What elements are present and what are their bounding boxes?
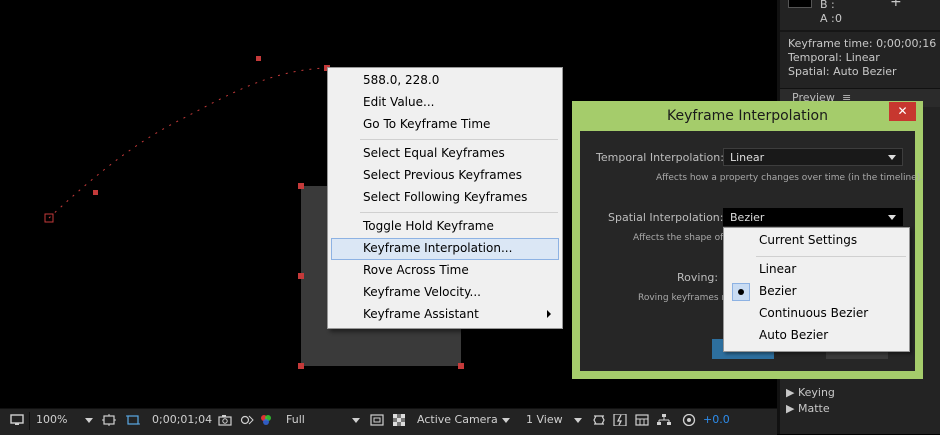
menu-item-go-to-keyframe-time[interactable]: Go To Keyframe Time (331, 114, 559, 136)
panel-divider (780, 30, 940, 32)
menu-item-toggle-hold-keyframe[interactable]: Toggle Hold Keyframe (331, 216, 559, 238)
menu-item-select-following-keyframes[interactable]: Select Following Keyframes (331, 187, 559, 209)
option-current-settings[interactable]: Current Settings (724, 230, 909, 252)
context-menu: 588.0, 228.0 Edit Value... Go To Keyfram… (327, 67, 563, 329)
option-continuous-bezier[interactable]: Continuous Bezier (724, 303, 909, 325)
keyframe-spatial: Spatial: Auto Bezier (788, 65, 897, 78)
spatial-hint: Affects the shape of th (633, 233, 736, 243)
color-swatch (788, 0, 812, 8)
layer-handle-bottom-left[interactable] (298, 363, 304, 369)
option-linear[interactable]: Linear (724, 259, 909, 281)
menu-item-select-previous-keyframes[interactable]: Select Previous Keyframes (331, 165, 559, 187)
menu-separator (360, 139, 558, 140)
menu-item-keyframe-interpolation[interactable]: Keyframe Interpolation... (331, 238, 559, 260)
reset-exposure-icon[interactable] (682, 414, 696, 426)
keyframe-temporal: Temporal: Linear (788, 51, 880, 64)
bezier-handle[interactable] (93, 190, 98, 195)
submenu-arrow-icon (547, 310, 551, 318)
dropdown-separator (756, 256, 906, 257)
current-time[interactable]: 0;00;01;04 (152, 413, 212, 426)
view-layout-dropdown-icon[interactable] (574, 418, 582, 423)
resolution-value[interactable]: Full (286, 413, 305, 426)
layer-handle-top-left[interactable] (298, 183, 304, 189)
info-channel-b: B : (820, 0, 835, 11)
roving-hint: Roving keyframes ro (638, 293, 731, 303)
active-camera-value[interactable]: Active Camera (417, 413, 498, 426)
fit-icon[interactable] (102, 414, 116, 426)
timeline-icon[interactable] (635, 414, 649, 426)
menu-item-select-equal-keyframes[interactable]: Select Equal Keyframes (331, 143, 559, 165)
layer-handle-mid-left[interactable] (298, 273, 304, 279)
option-bezier[interactable]: Bezier (724, 281, 909, 303)
keyframe-time: Keyframe time: 0;00;00;16 (788, 37, 937, 50)
roving-label: Roving: (677, 271, 719, 284)
monitor-icon[interactable] (10, 414, 24, 426)
flowchart-icon[interactable] (657, 414, 671, 426)
spatial-interpolation-dropdown: Current Settings Linear Bezier Continuou… (723, 227, 910, 352)
close-icon[interactable]: ✕ (889, 102, 916, 121)
temporal-hint: Affects how a property changes over time… (656, 173, 924, 183)
resolution-dropdown-icon[interactable] (352, 418, 360, 423)
menu-item-edit-value[interactable]: Edit Value... (331, 92, 559, 114)
channels-icon[interactable] (259, 414, 273, 426)
fast-preview-icon[interactable] (613, 414, 627, 426)
temporal-interpolation-label: Temporal Interpolation: (596, 151, 724, 164)
menu-item-rove-across-time[interactable]: Rove Across Time (331, 260, 559, 282)
viewer-toolbar: 100% 0;00;01;04 Full Active Camera 1 Vie… (0, 408, 777, 435)
effects-category[interactable]: ▶ Matte (786, 402, 830, 415)
spatial-interpolation-label: Spatial Interpolation: (608, 211, 724, 224)
dialog-title: Keyframe Interpolation (667, 108, 828, 124)
dropdown-caret-icon (888, 155, 896, 160)
info-channel-a: A : (820, 12, 835, 25)
info-alpha-value: 0 (835, 12, 842, 25)
region-of-interest-icon[interactable] (370, 414, 384, 426)
magnification-dropdown-icon[interactable] (85, 418, 93, 423)
view-layout-value[interactable]: 1 View (526, 413, 563, 426)
option-auto-bezier[interactable]: Auto Bezier (724, 325, 909, 347)
effects-category[interactable]: ▶ Keying (786, 386, 835, 399)
magnification-value[interactable]: 100% (36, 413, 67, 426)
camera-snapshot-icon[interactable] (218, 414, 232, 426)
layer-handle-bottom-mid[interactable] (458, 363, 464, 369)
exposure-value[interactable]: +0.0 (703, 413, 730, 426)
plus-icon[interactable]: + (890, 0, 902, 10)
temporal-interpolation-select[interactable]: Linear (723, 148, 903, 166)
transparency-grid-icon[interactable] (392, 414, 406, 426)
toggle-pixel-aspect-icon[interactable] (592, 414, 606, 426)
menu-item-keyframe-velocity[interactable]: Keyframe Velocity... (331, 282, 559, 304)
camera-dropdown-icon[interactable] (502, 418, 510, 423)
spatial-interpolation-select[interactable]: Bezier (723, 208, 903, 226)
toolbar-separator (29, 412, 30, 430)
dropdown-caret-icon (888, 215, 896, 220)
region-icon[interactable] (126, 414, 140, 426)
bullet-icon (732, 283, 750, 301)
menu-separator (360, 212, 558, 213)
menu-item-keyframe-assistant[interactable]: Keyframe Assistant (331, 304, 559, 326)
menu-item-value[interactable]: 588.0, 228.0 (331, 70, 559, 92)
bezier-handle[interactable] (256, 56, 261, 61)
show-snapshot-icon[interactable] (240, 414, 254, 426)
